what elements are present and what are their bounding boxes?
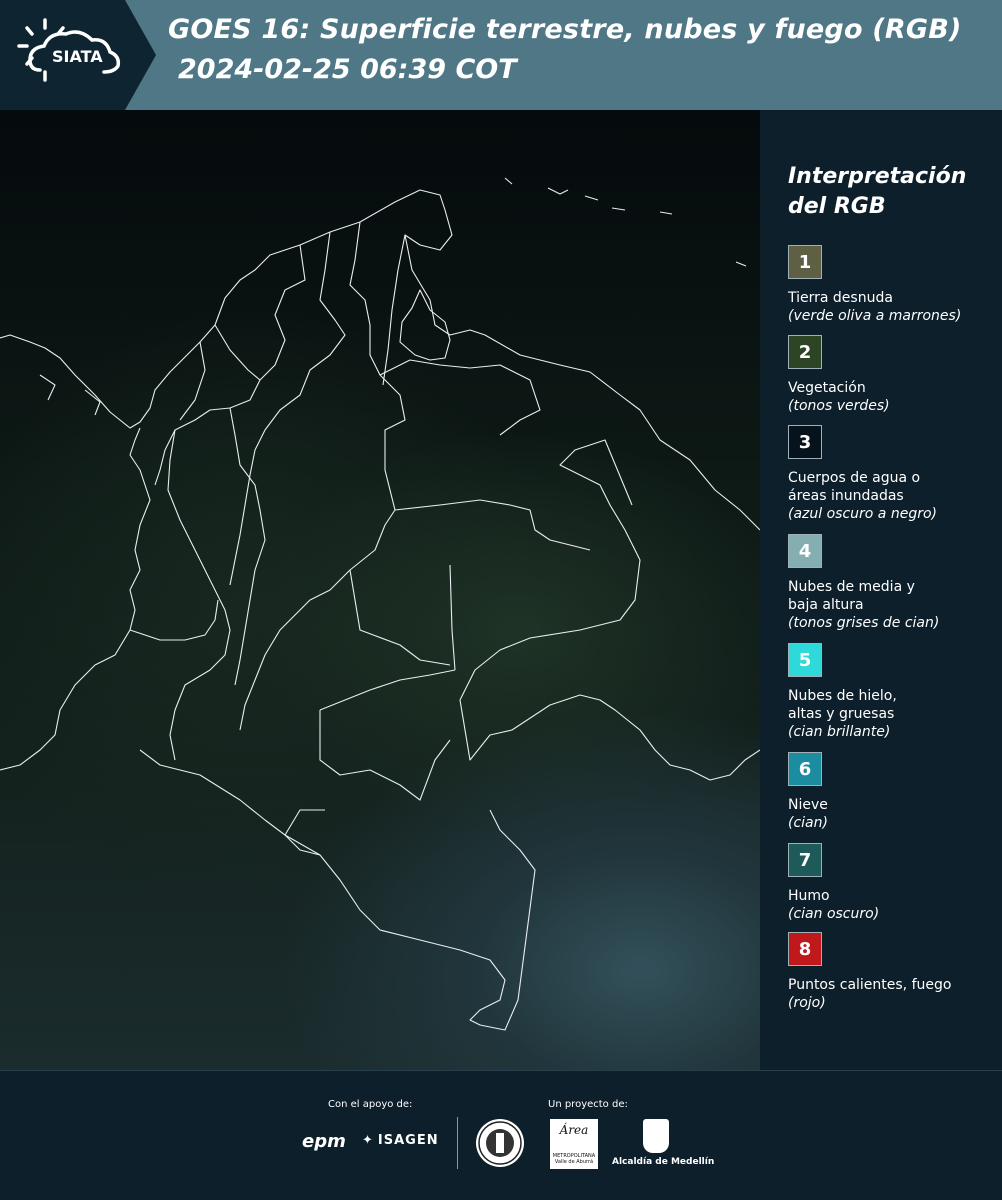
legend-note: (rojo) bbox=[788, 995, 826, 1011]
siata-logo-text: SIATA bbox=[52, 47, 103, 66]
legend-note: (azul oscuro a negro) bbox=[788, 506, 937, 522]
isagen-logo: ✦ ISAGEN bbox=[362, 1133, 439, 1148]
legend-label: Nubes de hielo, altas y gruesas bbox=[788, 688, 897, 722]
header-banner: SIATA GOES 16: Superficie terrestre, nub… bbox=[0, 0, 1002, 110]
legend-note: (cian brillante) bbox=[788, 724, 891, 740]
footer-sponsors: Con el apoyo de: Un proyecto de: epm ✦ I… bbox=[0, 1070, 1002, 1200]
legend-swatch: 6 bbox=[788, 752, 822, 786]
colombia-border bbox=[0, 189, 446, 771]
legend-note: (tonos grises de cian) bbox=[788, 615, 940, 631]
support-label: Con el apoyo de: bbox=[328, 1099, 413, 1110]
satellite-rgb-map bbox=[0, 110, 760, 1070]
legend-swatch: 1 bbox=[788, 245, 822, 279]
legend-note: (verde oliva a marrones) bbox=[788, 308, 962, 324]
alcaldia-shield-logo bbox=[643, 1119, 669, 1153]
siata-logo: SIATA bbox=[0, 0, 158, 110]
legend-item-smoke: 7 Humo (cian oscuro) bbox=[788, 843, 998, 923]
legend-label: Nubes de media y baja altura bbox=[788, 579, 915, 613]
legend-label: Tierra desnuda bbox=[788, 290, 893, 306]
legend-title: Interpretación del RGB bbox=[788, 164, 967, 219]
epm-logo: epm bbox=[302, 1131, 346, 1152]
legend-item-snow: 6 Nieve (cian) bbox=[788, 752, 998, 832]
legend-note: (cian) bbox=[788, 815, 828, 831]
legend-swatch: 3 bbox=[788, 425, 822, 459]
page-title: GOES 16: Superficie terrestre, nubes y f… bbox=[168, 14, 962, 45]
legend-label: Nieve bbox=[788, 797, 828, 813]
legend-item-water: 3 Cuerpos de agua o áreas inundadas (azu… bbox=[788, 425, 998, 523]
legend-label: Vegetación bbox=[788, 380, 866, 396]
isagen-logo-text: ISAGEN bbox=[377, 1133, 439, 1148]
isagen-icon: ✦ bbox=[362, 1133, 374, 1148]
area-logo-text: Área bbox=[559, 1123, 589, 1137]
legend-label: Cuerpos de agua o áreas inundadas bbox=[788, 470, 921, 504]
university-seal-logo bbox=[476, 1119, 524, 1167]
legend-item-bare-soil: 1 Tierra desnuda (verde oliva a marrones… bbox=[788, 245, 998, 325]
area-metropolitana-logo: Área METROPOLITANA Valle de Aburrá bbox=[550, 1119, 598, 1169]
legend-panel: Interpretación del RGB 1 Tierra desnuda … bbox=[762, 110, 1002, 1070]
legend-item-ice-clouds: 5 Nubes de hielo, altas y gruesas (cian … bbox=[788, 643, 998, 741]
legend-item-mid-low-clouds: 4 Nubes de media y baja altura (tonos gr… bbox=[788, 534, 998, 632]
legend-swatch: 8 bbox=[788, 932, 822, 966]
project-label: Un proyecto de: bbox=[548, 1099, 628, 1110]
legend-label: Puntos calientes, fuego bbox=[788, 977, 952, 993]
legend-note: (cian oscuro) bbox=[788, 906, 880, 922]
legend-swatch: 4 bbox=[788, 534, 822, 568]
page-timestamp: 2024-02-25 06:39 COT bbox=[178, 54, 517, 85]
legend-item-vegetation: 2 Vegetación (tonos verdes) bbox=[788, 335, 998, 415]
legend-swatch: 5 bbox=[788, 643, 822, 677]
legend-note: (tonos verdes) bbox=[788, 398, 890, 414]
legend-swatch: 2 bbox=[788, 335, 822, 369]
legend-item-fire: 8 Puntos calientes, fuego (rojo) bbox=[788, 932, 998, 1012]
alcaldia-logo-text: Alcaldía de Medellín bbox=[612, 1157, 715, 1167]
footer-divider bbox=[457, 1117, 458, 1169]
legend-swatch: 7 bbox=[788, 843, 822, 877]
legend-label: Humo bbox=[788, 888, 830, 904]
area-logo-subtext: METROPOLITANA Valle de Aburrá bbox=[552, 1153, 596, 1165]
